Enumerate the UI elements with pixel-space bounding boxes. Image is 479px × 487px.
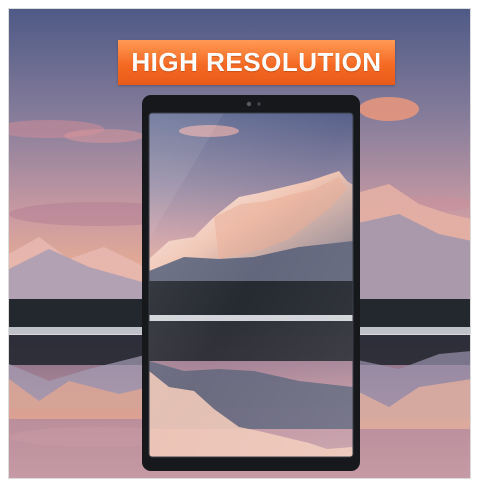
high-resolution-banner: HIGH RESOLUTION <box>118 40 395 85</box>
product-image: HIGH RESOLUTION <box>8 8 471 479</box>
product-image-frame: HIGH RESOLUTION <box>0 0 479 487</box>
banner-label: HIGH RESOLUTION <box>131 47 382 77</box>
camera-icon <box>246 101 252 107</box>
tablet-device <box>142 95 360 471</box>
